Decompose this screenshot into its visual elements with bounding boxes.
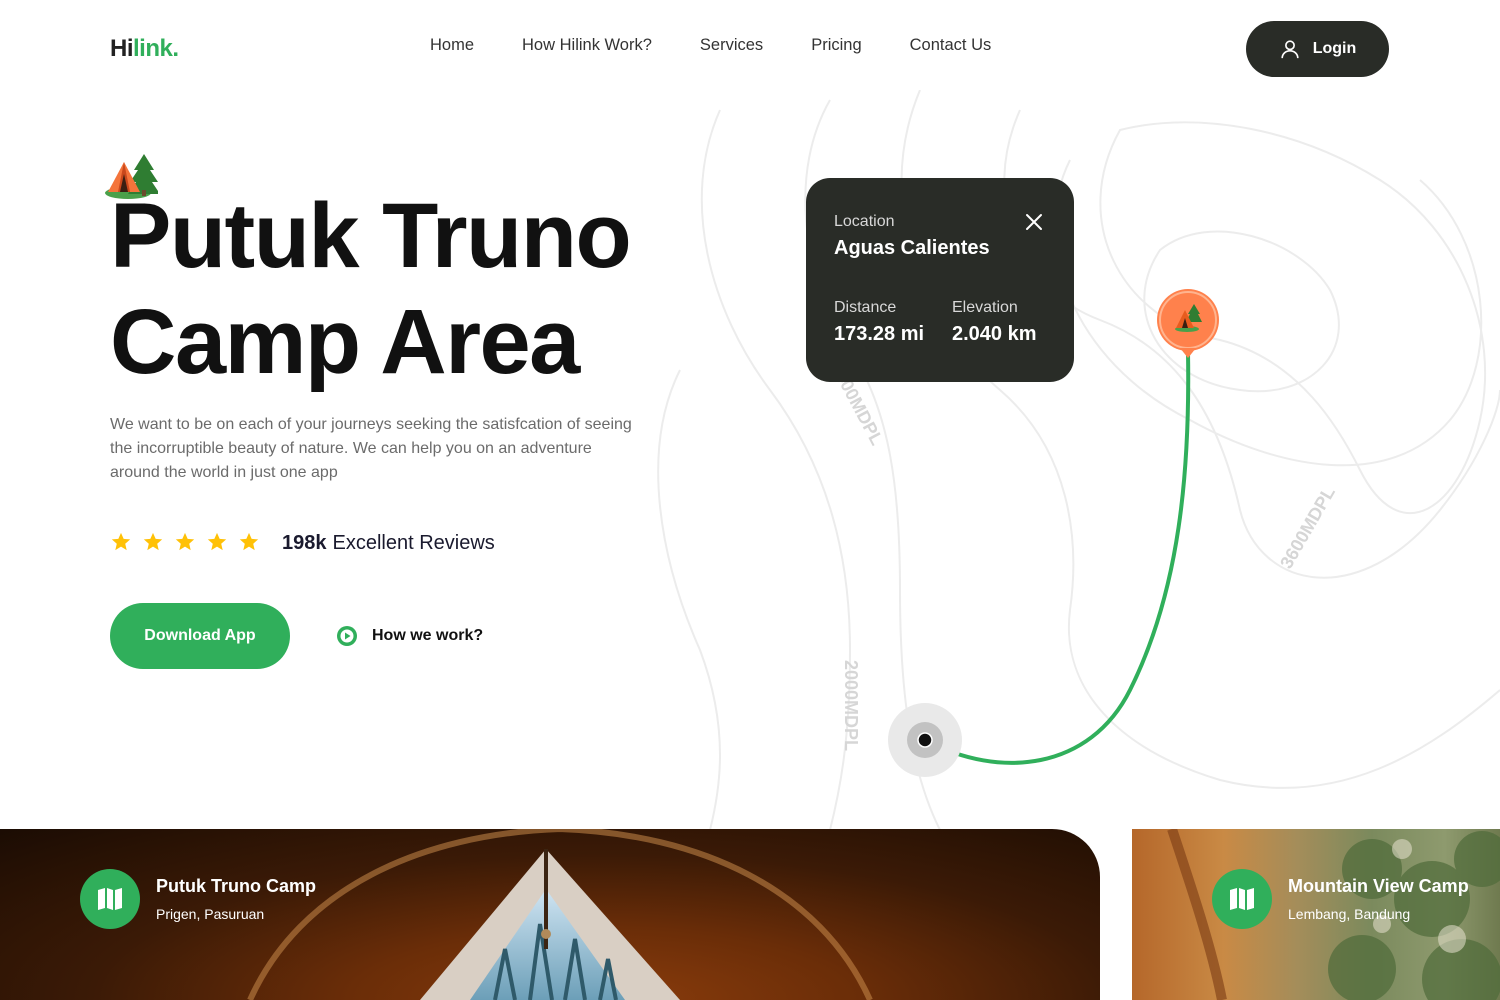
camp-title: Putuk Truno Camp — [156, 876, 317, 896]
logo-text-primary: Hi — [110, 35, 134, 62]
distance-value: 173.28 mi — [834, 323, 925, 345]
main-nav: Home How Hilink Work? Services Pricing C… — [430, 36, 1039, 55]
map-icon-badge — [1212, 869, 1272, 929]
close-icon[interactable] — [1024, 212, 1044, 232]
location-value: Aguas Calientes — [834, 237, 990, 259]
logo-text-accent: link. — [133, 35, 179, 62]
how-we-work-link[interactable]: How we work? — [336, 625, 483, 647]
camp-card-mountain-view[interactable]: Mountain View Camp Lembang, Bandung — [1132, 829, 1500, 1000]
hero-title-line-1: Putuk Truno — [110, 185, 632, 287]
logo[interactable]: Hilink. — [110, 35, 179, 63]
camp-subtitle: Lembang, Bandung — [1288, 906, 1411, 922]
rating-stars — [110, 531, 260, 553]
reviews-count: 198k — [282, 532, 327, 554]
map-icon — [1230, 888, 1254, 910]
distance-label: Distance — [834, 299, 897, 316]
star-icon — [143, 532, 163, 551]
start-point-marker[interactable] — [888, 703, 962, 777]
camp-card-putuk-truno[interactable]: Putuk Truno Camp Prigen, Pasuruan — [0, 829, 1100, 1000]
hero-title-line-2: Camp Area — [110, 291, 580, 393]
star-icon — [207, 532, 227, 551]
reviews-label: Excellent Reviews — [332, 532, 495, 554]
contour-label-2: 3600MDPL — [1276, 483, 1339, 572]
map-icon — [98, 888, 122, 910]
star-icon — [239, 532, 259, 551]
map-icon-badge — [80, 869, 140, 929]
contour-label-3: 2000MDPL — [841, 660, 861, 751]
nav-item-services[interactable]: Services — [700, 36, 763, 55]
location-label: Location — [834, 213, 895, 230]
play-icon — [337, 626, 357, 646]
nav-item-pricing[interactable]: Pricing — [811, 36, 861, 55]
nav-item-how-hilink-work[interactable]: How Hilink Work? — [522, 36, 652, 55]
reviews-summary: 198k Excellent Reviews — [282, 532, 495, 555]
elevation-value: 2.040 km — [952, 323, 1037, 345]
location-info-card: Location Aguas Calientes Distance 173.28… — [806, 178, 1074, 382]
nav-item-contact-us[interactable]: Contact Us — [910, 36, 992, 55]
camp-title: Mountain View Camp — [1288, 876, 1469, 896]
route-path — [923, 350, 1191, 765]
login-button[interactable]: Login — [1246, 21, 1389, 77]
login-label: Login — [1312, 40, 1357, 57]
download-app-button[interactable]: Download App — [110, 603, 290, 669]
how-we-work-label: How we work? — [372, 627, 484, 644]
star-icon — [111, 532, 131, 551]
star-icon — [175, 532, 195, 551]
hero-description: We want to be on each of your journeys s… — [110, 416, 632, 481]
camp-subtitle: Prigen, Pasuruan — [156, 906, 265, 922]
user-icon — [1281, 40, 1299, 59]
nav-item-home[interactable]: Home — [430, 36, 474, 55]
elevation-label: Elevation — [952, 299, 1018, 316]
contour-lines — [657, 90, 1500, 830]
destination-pin-marker[interactable] — [1157, 289, 1219, 358]
